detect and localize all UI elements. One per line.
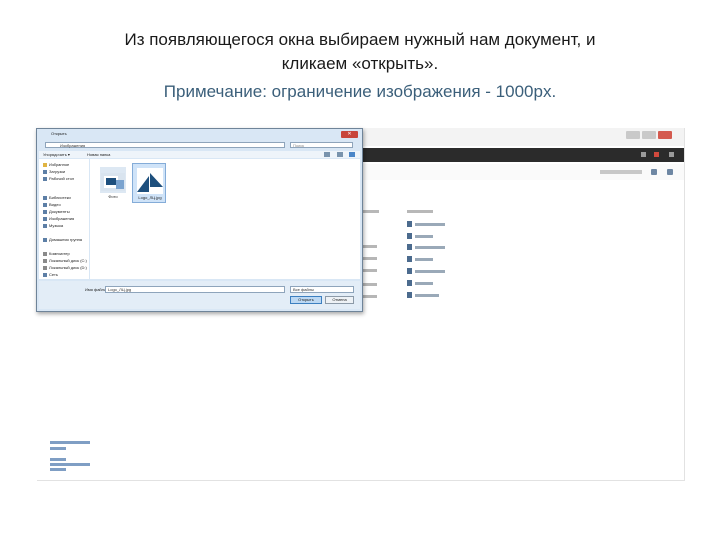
folder-thumbnail [100, 167, 126, 193]
cancel-button[interactable]: Отмена [325, 296, 354, 304]
grid-view-icon[interactable] [667, 169, 673, 175]
nav-downloads[interactable]: Загрузки [43, 169, 65, 175]
filename-label: Имя файла: [85, 287, 108, 292]
table-row[interactable] [407, 256, 497, 262]
drive-icon [43, 265, 47, 270]
folder-icon [101, 173, 125, 191]
caption-line-1: Из появляющегося окна выбираем нужный на… [124, 30, 596, 49]
dialog-command-bar: Упорядочить ▾ Новая папка [39, 151, 360, 158]
music-icon [43, 223, 47, 228]
list-view-icon[interactable] [651, 169, 657, 175]
minimize-icon[interactable] [626, 131, 640, 139]
footer-link[interactable] [50, 447, 66, 450]
view-options-icon[interactable] [324, 152, 330, 157]
nav-images[interactable]: Изображения [43, 216, 74, 222]
file-item-selected[interactable]: Logo_ЛЦ.jpg [132, 163, 166, 203]
download-icon [43, 169, 47, 174]
menu-icon[interactable] [669, 152, 674, 157]
nav-favorites[interactable]: Избранное [43, 162, 69, 168]
nav-local-disk-d[interactable]: Локальный диск (D:) [43, 265, 87, 271]
filetype-select[interactable]: Все файлы [290, 286, 354, 293]
drive-icon [43, 258, 47, 263]
library-icon [43, 195, 47, 200]
dialog-title: Открыть [51, 131, 67, 136]
nav-music[interactable]: Музыка [43, 223, 63, 229]
nav-computer[interactable]: Компьютер [43, 251, 70, 257]
file-name: Фото [108, 194, 118, 199]
close-icon: ✕ [347, 131, 352, 137]
video-icon [43, 202, 47, 207]
maximize-icon[interactable] [642, 131, 656, 139]
nav-video[interactable]: Видео [43, 202, 61, 208]
help-icon[interactable] [349, 152, 355, 157]
table-row[interactable] [407, 292, 497, 298]
desktop-icon [43, 176, 47, 181]
search-input[interactable]: Поиск [290, 142, 353, 148]
footer-link[interactable] [50, 468, 66, 471]
nav-network[interactable]: Сеть [43, 272, 58, 278]
homegroup-icon [43, 237, 47, 242]
caption-note: Примечание: ограничение изображения - 10… [163, 82, 557, 101]
close-icon[interactable] [658, 131, 672, 139]
table-row[interactable] [407, 244, 497, 250]
caption-line-2: кликаем «открыть». [281, 54, 439, 73]
new-folder-button[interactable]: Новая папка [87, 152, 110, 157]
file-name: Logo_ЛЦ.jpg [138, 195, 162, 200]
star-icon[interactable] [641, 152, 646, 157]
network-icon [43, 272, 47, 277]
computer-icon [43, 251, 47, 256]
open-button[interactable]: Открыть [290, 296, 322, 304]
navigation-pane: Избранное Загрузки Рабочий стол Библиоте… [39, 159, 89, 279]
footer-link[interactable] [50, 463, 90, 466]
table-row[interactable] [407, 268, 497, 274]
table-row[interactable] [407, 221, 497, 227]
file-item[interactable]: Фото [96, 163, 130, 203]
image-thumbnail [137, 168, 163, 194]
open-file-dialog: Открыть ✕ Изображения Поиск Упорядочить … [36, 128, 363, 312]
table-row[interactable] [407, 280, 497, 286]
nav-homegroup[interactable]: Домашняя группа [43, 237, 82, 243]
user-icon[interactable] [654, 152, 659, 157]
dialog-footer: Имя файла: Logo_ЛЦ.jpg Все файлы Открыть… [39, 281, 360, 309]
document-icon [43, 209, 47, 214]
organize-button[interactable]: Упорядочить ▾ [43, 152, 70, 157]
nav-local-disk-c[interactable]: Локальный диск (C:) [43, 258, 87, 264]
footer-link[interactable] [50, 458, 66, 461]
nav-desktop[interactable]: Рабочий стол [43, 176, 74, 182]
star-icon [43, 162, 47, 167]
toolbar-control[interactable] [600, 170, 642, 174]
dialog-close-button[interactable]: ✕ [341, 131, 358, 138]
logo-icon [137, 173, 163, 192]
filename-input[interactable]: Logo_ЛЦ.jpg [105, 286, 285, 293]
table-row[interactable] [407, 233, 497, 239]
preview-pane-icon[interactable] [337, 152, 343, 157]
address-bar[interactable]: Изображения [45, 142, 285, 148]
footer-link[interactable] [50, 441, 90, 444]
file-list: Фото Logo_ЛЦ.jpg [90, 159, 360, 279]
image-icon [43, 216, 47, 221]
nav-libraries[interactable]: Библиотеки [43, 195, 71, 201]
nav-documents[interactable]: Документы [43, 209, 70, 215]
